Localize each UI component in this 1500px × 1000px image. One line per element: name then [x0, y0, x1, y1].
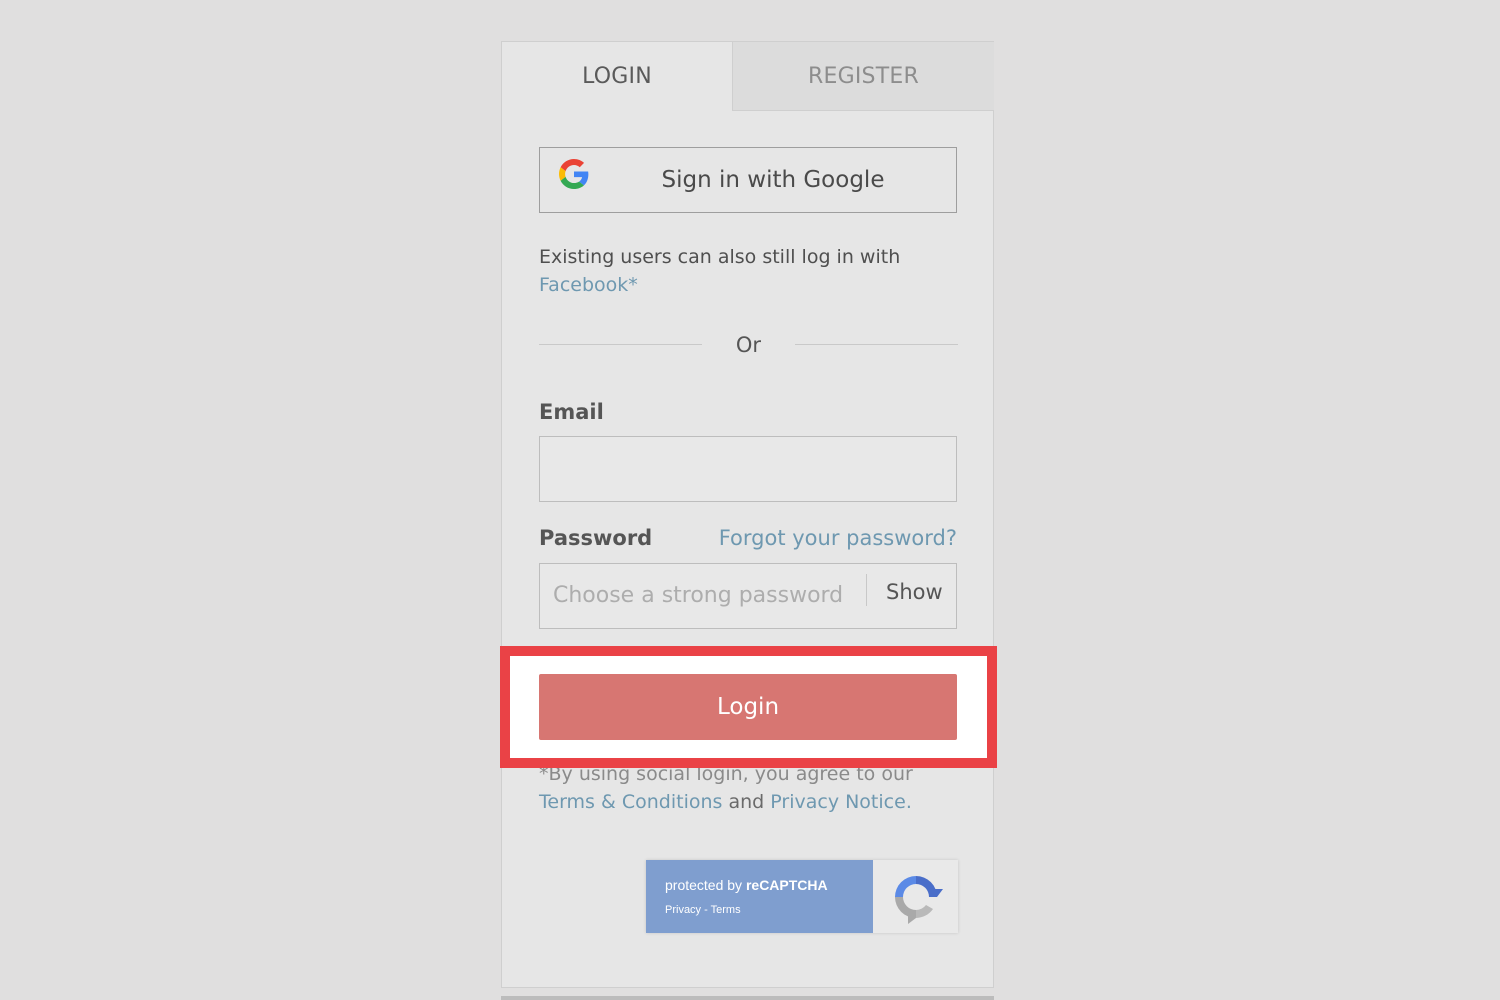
- google-signin-button[interactable]: Sign in with Google: [539, 147, 957, 213]
- bottom-border: [501, 996, 994, 1000]
- login-button[interactable]: Login: [539, 674, 957, 740]
- login-panel: LOGIN REGISTER Sign in with Google Exist…: [501, 41, 994, 988]
- existing-users-text: Existing users can also still log in wit…: [539, 246, 901, 268]
- disclaimer-and: and: [728, 791, 765, 813]
- recaptcha-brand: reCAPTCHA: [745, 877, 828, 893]
- recaptcha-title: protected by reCAPTCHA: [665, 877, 828, 893]
- recaptcha-info: protected by reCAPTCHA Privacy - Terms: [646, 860, 873, 933]
- facebook-link[interactable]: Facebook*: [539, 274, 638, 296]
- social-login-disclaimer: *By using social login, you agree to our…: [539, 760, 959, 816]
- show-password-toggle[interactable]: Show: [886, 580, 943, 604]
- or-divider-label: Or: [735, 333, 762, 357]
- recaptcha-privacy-link[interactable]: Privacy: [665, 904, 701, 916]
- password-field[interactable]: Choose a strong password Show: [539, 563, 957, 629]
- email-field[interactable]: [539, 436, 957, 502]
- divider-line-left: [539, 344, 702, 345]
- disclaimer-period: .: [905, 791, 912, 813]
- recaptcha-prefix: protected by: [665, 877, 743, 893]
- forgot-password-link[interactable]: Forgot your password?: [719, 526, 957, 550]
- recaptcha-terms-link[interactable]: Terms: [711, 904, 741, 916]
- recaptcha-icon: [895, 876, 943, 924]
- privacy-notice-link[interactable]: Privacy Notice: [770, 791, 906, 813]
- password-label: Password: [539, 526, 653, 550]
- tab-login[interactable]: LOGIN: [502, 42, 732, 111]
- existing-users-note: Existing users can also still log in wit…: [539, 243, 959, 299]
- email-label: Email: [539, 400, 604, 424]
- tab-register[interactable]: REGISTER: [732, 42, 994, 111]
- recaptcha-links: Privacy - Terms: [665, 904, 741, 916]
- google-signin-label: Sign in with Google: [661, 167, 885, 193]
- show-separator: [866, 574, 867, 606]
- auth-tabs: LOGIN REGISTER: [502, 42, 994, 111]
- terms-link[interactable]: Terms & Conditions: [539, 791, 722, 813]
- recaptcha-badge: protected by reCAPTCHA Privacy - Terms: [646, 860, 958, 933]
- password-placeholder: Choose a strong password: [553, 583, 844, 608]
- recaptcha-logo-area: [873, 860, 958, 933]
- divider-line-right: [795, 344, 958, 345]
- recaptcha-link-separator: -: [701, 904, 711, 916]
